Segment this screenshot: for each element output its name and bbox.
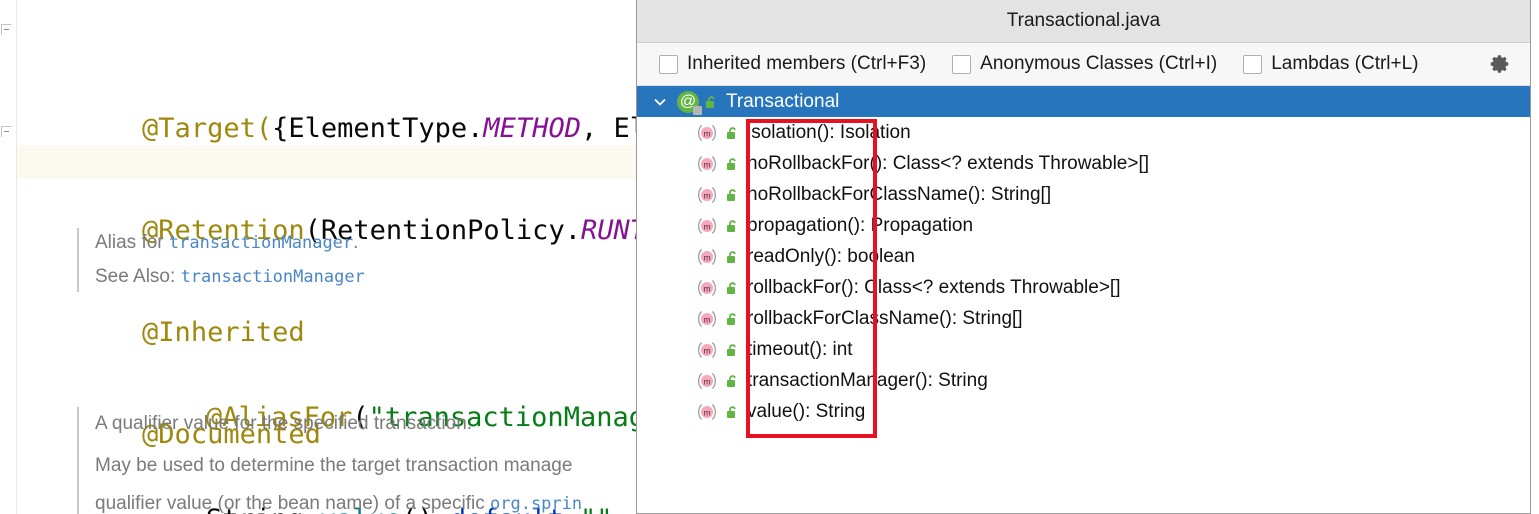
tree-row-label: transactionManager(): String [747,369,988,391]
method-icon: m [695,338,719,362]
tree-row-label: readOnly(): boolean [747,245,915,267]
public-unlocked-icon [723,403,741,421]
tree-row-member[interactable]: m propagation(): Propagation [637,210,1530,241]
method-icon: m [695,183,719,207]
tree-row-label: isolation(): Isolation [747,121,911,143]
svg-text:m: m [703,376,710,386]
annotation-at-icon: @ [677,90,702,115]
public-unlocked-icon [702,93,720,111]
checkbox-box-icon[interactable] [659,54,678,74]
checkbox-lambdas[interactable]: Lambdas (Ctrl+L) [1243,53,1419,75]
method-icon: m [695,245,719,269]
tree-row-member[interactable]: m isolation(): Isolation [637,117,1530,148]
method-icon: m [695,121,719,145]
javadoc-link[interactable]: org.sprin [490,494,582,514]
tree-row-member[interactable]: m timeout(): int [637,334,1530,365]
javadoc-link[interactable]: transactionManager [181,267,365,287]
tree-row-member[interactable]: m value(): String [637,396,1530,427]
tree-row-member[interactable]: m noRollbackFor(): Class<? extends Throw… [637,148,1530,179]
tree-row-transactional[interactable]: @ Transactional [637,86,1530,117]
tree-row-label: rollbackFor(): Class<? extends Throwable… [747,276,1121,298]
fold-marker[interactable] [1,24,12,35]
code-token: METHOD [483,113,581,144]
fold-marker[interactable] [1,126,12,137]
javadoc-text: qualifier value (or the bean name) of a … [95,493,490,514]
code-line: @AliasFor("transactionManager") [76,367,710,433]
javadoc-line: A qualifier value for the specified tran… [95,413,473,434]
checkbox-inherited-members[interactable]: Inherited members (Ctrl+F3) [659,53,926,75]
tree-row-label: timeout(): int [747,338,853,360]
screenshot-root: @Target({ElementType.METHOD, ElementTyp … [0,0,1539,514]
tree-row-label: value(): String [747,400,866,422]
svg-text:m: m [703,190,710,200]
javadoc-line: qualifier value (or the bean name) of a … [95,485,640,514]
method-icon: m [695,400,719,424]
svg-text:m: m [703,283,710,293]
method-icon: m [695,307,719,331]
public-unlocked-icon [723,279,741,297]
public-unlocked-icon [723,372,741,390]
tree-row-label: propagation(): Propagation [747,214,974,236]
javadoc-text: See Also: [95,266,181,287]
svg-text:m: m [703,159,710,169]
checkbox-box-icon[interactable] [1243,54,1263,74]
tree-row-label: Transactional [726,90,840,112]
javadoc-line: See Also: transactionManager [95,260,615,294]
tree-row-label: rollbackForClassName(): String[] [747,307,1023,329]
tree-row-label: noRollbackForClassName(): String[] [747,183,1052,205]
popup-title-text: Transactional.java [1006,10,1161,31]
checkbox-label: Inherited members (Ctrl+F3) [687,53,927,74]
svg-text:m: m [703,345,710,355]
javadoc-line: May be used to determine the target tran… [95,455,573,476]
code-token: @Target( [142,113,273,144]
method-icon: m [695,214,719,238]
method-icon: m [695,276,719,300]
tree-row-member[interactable]: m rollbackFor(): Class<? extends Throwab… [637,272,1530,303]
javadoc-text: . [353,232,359,253]
method-icon: m [695,152,719,176]
public-unlocked-icon [723,124,741,142]
code-token: {ElementType. [272,113,484,144]
svg-text:m: m [703,314,710,324]
tree-row-member[interactable]: m transactionManager(): String [637,365,1530,396]
javadoc-block-value: Alias for transactionManager. See Also: … [77,226,615,294]
javadoc-link[interactable]: transactionManager [169,233,353,253]
svg-text:m: m [703,252,710,262]
checkbox-anonymous-classes[interactable]: Anonymous Classes (Ctrl+I) [952,53,1217,75]
public-unlocked-icon [723,155,741,173]
public-unlocked-icon [723,310,741,328]
public-unlocked-icon [723,217,741,235]
file-structure-popup[interactable]: Transactional.java Inherited members (Ct… [636,0,1531,514]
public-unlocked-icon [723,248,741,266]
popup-title-bar: Transactional.java [637,0,1530,43]
public-unlocked-icon [723,186,741,204]
popup-toolbar[interactable]: Inherited members (Ctrl+F3) Anonymous Cl… [637,43,1530,86]
tree-row-member[interactable]: m rollbackForClassName(): String[] [637,303,1530,334]
svg-text:m: m [703,407,710,417]
tree-row-label: noRollbackFor(): Class<? extends Throwab… [747,152,1150,174]
svg-text:m: m [703,128,710,138]
checkbox-box-icon[interactable] [952,54,972,74]
checkbox-label: Lambdas (Ctrl+L) [1271,53,1419,74]
gear-icon[interactable] [1486,50,1514,78]
svg-text:m: m [703,221,710,231]
structure-tree[interactable]: @ Transactional m isolation(): Isolation… [637,86,1530,427]
javadoc-text: Alias for [95,232,169,253]
method-icon: m [695,369,719,393]
javadoc-line: Alias for transactionManager. [95,226,615,260]
tree-row-member[interactable]: m noRollbackForClassName(): String[] [637,179,1530,210]
javadoc-block-qualifier: A qualifier value for the specified tran… [77,405,640,514]
tree-row-member[interactable]: m readOnly(): boolean [637,241,1530,272]
public-unlocked-icon [723,341,741,359]
chevron-down-icon[interactable] [649,91,671,113]
checkbox-label: Anonymous Classes (Ctrl+I) [980,53,1218,74]
